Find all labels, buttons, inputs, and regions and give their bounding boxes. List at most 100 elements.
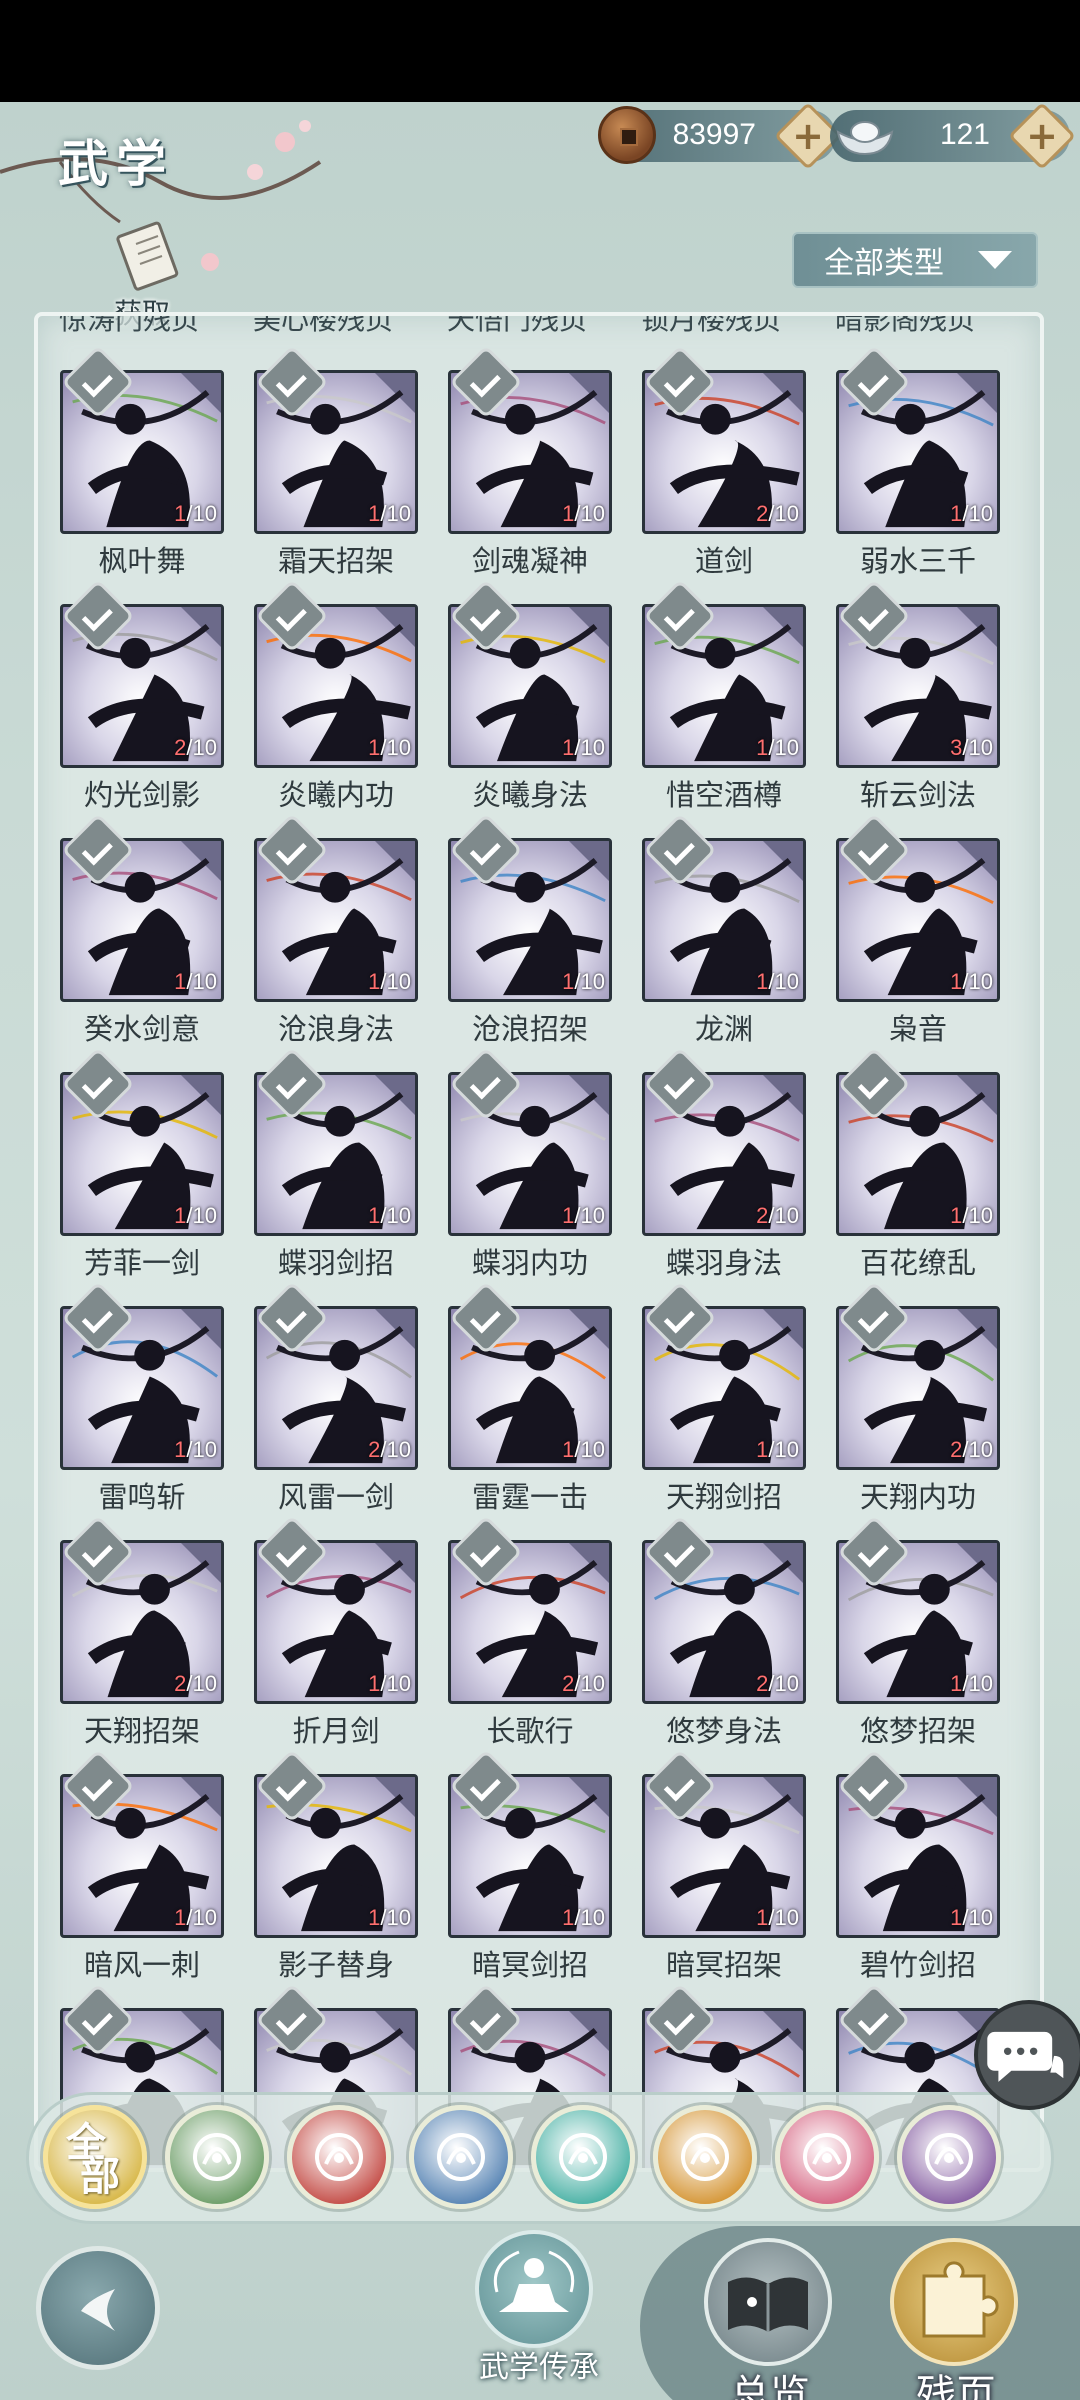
skill-card[interactable]: 1/10 霜天招架: [244, 345, 424, 586]
skill-name: 百花缭乱: [859, 1246, 976, 1280]
silver-currency: 121 +: [830, 102, 1076, 170]
skill-card[interactable]: 1/10 沧浪招架: [438, 813, 618, 1054]
status-bar: [0, 0, 1080, 102]
fragment-total: /10: [962, 735, 993, 760]
fragment-count: 2/10: [174, 735, 217, 761]
wave-icon: [437, 2133, 485, 2181]
page-title: 武学: [58, 134, 174, 193]
skill-card[interactable]: 1/10 癸水剑意: [50, 813, 230, 1054]
skill-name: 影子替身: [277, 1948, 394, 1982]
fragment-total: /10: [768, 1671, 799, 1696]
fragment-total: /10: [186, 1671, 217, 1696]
skill-card[interactable]: 1/10 炎曦内功: [244, 579, 424, 820]
skill-card[interactable]: 1/10 影子替身: [244, 1749, 424, 1990]
copper-coin-icon: [598, 106, 656, 164]
skill-name: 芳菲一剑: [83, 1246, 200, 1280]
skill-card[interactable]: 1/10 暗冥招架: [632, 1749, 812, 1990]
skill-card[interactable]: 2/10 蝶羽身法: [632, 1047, 812, 1288]
skill-name: 风雷一剑: [277, 1480, 394, 1514]
back-button[interactable]: [36, 2246, 160, 2370]
overview-button[interactable]: 总览: [700, 2238, 840, 2400]
skill-card[interactable]: 1/10 蝶羽剑招: [244, 1047, 424, 1288]
fragment-count: 3/10: [950, 735, 993, 761]
category-shield-button[interactable]: [653, 2105, 757, 2209]
skill-card[interactable]: 1/10 枫叶舞: [50, 345, 230, 586]
skill-card[interactable]: 2/10 天翔招架: [50, 1515, 230, 1756]
skill-card[interactable]: 1/10 惜空酒樽: [632, 579, 812, 820]
cut-off-skill-name: 美心楼残页: [252, 316, 393, 336]
fragment-count: 1/10: [174, 1437, 217, 1463]
fragment-have: 2: [950, 1437, 963, 1462]
skill-card[interactable]: 1/10 沧浪身法: [244, 813, 424, 1054]
skill-card[interactable]: 2/10 风雷一剑: [244, 1281, 424, 1522]
skill-card[interactable]: 2/10 悠梦身法: [632, 1515, 812, 1756]
fragment-count: 1/10: [368, 1671, 411, 1697]
fragment-total: /10: [186, 1203, 217, 1228]
skill-card[interactable]: 1/10 天翔剑招: [632, 1281, 812, 1522]
skill-card[interactable]: 1/10 百花缭乱: [826, 1047, 1006, 1288]
skill-card[interactable]: 1/10 芳菲一剑: [50, 1047, 230, 1288]
skill-name: 折月剑: [292, 1714, 380, 1748]
skill-grid-panel[interactable]: 惊涛门残页 美心楼残页 天悟门残页 锁月楼残页 暗影阁残页 1/10 枫叶舞 1/10 霜天招…: [34, 312, 1044, 2172]
skill-card[interactable]: 1/10 剑魂凝神: [438, 345, 618, 586]
skill-card[interactable]: 1/10 雷鸣斩: [50, 1281, 230, 1522]
fragment-have: 3: [950, 735, 963, 760]
skill-name: 沧浪身法: [277, 1012, 394, 1046]
skill-card[interactable]: 1/10 炎曦身法: [438, 579, 618, 820]
cut-off-skill-name: 天悟门残页: [446, 316, 587, 336]
fragment-total: /10: [574, 1671, 605, 1696]
add-silver-button[interactable]: +: [1008, 102, 1076, 170]
category-all-button[interactable]: 全部: [43, 2105, 147, 2209]
skill-card[interactable]: 1/10 枭音: [826, 813, 1006, 1054]
skill-card[interactable]: 1/10 碧竹剑招: [826, 1749, 1006, 1990]
fragment-count: 1/10: [562, 969, 605, 995]
fragment-button[interactable]: 残页: [886, 2238, 1026, 2400]
fragment-count: 1/10: [562, 1437, 605, 1463]
cut-off-row: 惊涛门残页 美心楼残页 天悟门残页 锁月楼残页 暗影阁残页: [38, 316, 1040, 342]
martial-legacy-label: 武学传承: [479, 2350, 599, 2385]
fragment-count: 1/10: [368, 501, 411, 527]
skill-card[interactable]: 1/10 折月剑: [244, 1515, 424, 1756]
fragment-total: /10: [380, 1671, 411, 1696]
skill-card[interactable]: 2/10 灼光剑影: [50, 579, 230, 820]
category-butterfly-button[interactable]: [531, 2105, 635, 2209]
skill-card[interactable]: 1/10 蝶羽内功: [438, 1047, 618, 1288]
skill-name: 天翔剑招: [665, 1480, 782, 1514]
fragment-total: /10: [574, 1203, 605, 1228]
martial-legacy-button[interactable]: 武学传承: [470, 2230, 600, 2390]
skill-name: 沧浪招架: [471, 1012, 588, 1046]
category-wave-button[interactable]: [409, 2105, 513, 2209]
category-rose-button[interactable]: [897, 2105, 1001, 2209]
type-filter-dropdown[interactable]: 全部类型: [792, 232, 1038, 288]
skill-name: 蝶羽剑招: [277, 1246, 394, 1280]
skill-card[interactable]: 2/10 天翔内功: [826, 1281, 1006, 1522]
category-flame-button[interactable]: [287, 2105, 391, 2209]
skill-card[interactable]: 1/10 雷霆一击: [438, 1281, 618, 1522]
category-moon-button[interactable]: [775, 2105, 879, 2209]
skill-card[interactable]: 1/10 悠梦招架: [826, 1515, 1006, 1756]
fragment-have: 1: [562, 501, 575, 526]
fragment-count: 1/10: [756, 1905, 799, 1931]
skill-card[interactable]: 1/10 龙渊: [632, 813, 812, 1054]
fragment-count: 2/10: [174, 1671, 217, 1697]
fragment-total: /10: [768, 735, 799, 760]
fragment-have: 1: [950, 1905, 963, 1930]
fragment-have: 1: [950, 1203, 963, 1228]
skill-card[interactable]: 1/10 弱水三千: [826, 345, 1006, 586]
fragment-have: 1: [368, 501, 381, 526]
category-bar: 全部: [26, 2092, 1054, 2224]
chat-button[interactable]: [974, 2000, 1080, 2110]
skill-card[interactable]: 2/10 长歌行: [438, 1515, 618, 1756]
skill-card[interactable]: 3/10 斩云剑法: [826, 579, 1006, 820]
fragment-have: 1: [950, 501, 963, 526]
skill-card[interactable]: 1/10 暗风一刺: [50, 1749, 230, 1990]
skill-card[interactable]: 1/10 暗冥剑招: [438, 1749, 618, 1990]
skill-name: 龙渊: [694, 1012, 753, 1046]
skill-name: 悠梦招架: [859, 1714, 976, 1748]
fragment-have: 1: [368, 1671, 381, 1696]
category-sword-button[interactable]: [165, 2105, 269, 2209]
fragment-count: 1/10: [562, 735, 605, 761]
scroll-icon: [116, 221, 179, 291]
skill-card[interactable]: 2/10 道剑: [632, 345, 812, 586]
acquire-button[interactable]: 获取: [100, 220, 200, 330]
